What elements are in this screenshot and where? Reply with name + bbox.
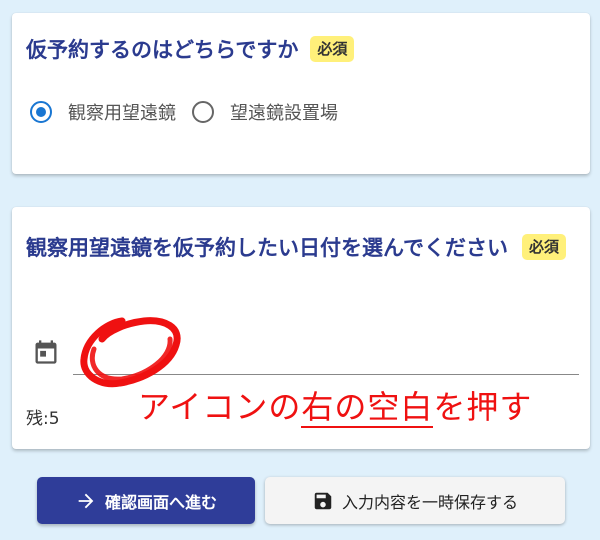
required-badge: 必須: [310, 36, 355, 63]
next-to-confirm-button[interactable]: 確認画面へ進む: [37, 477, 255, 524]
question-title: 観察用望遠鏡を仮予約したい日付を選んでください 必須: [26, 227, 586, 269]
annotation-highlight: 右の空白: [301, 388, 434, 428]
required-badge: 必須: [521, 234, 566, 261]
radio-button-checked[interactable]: [30, 101, 52, 123]
next-button-label: 確認画面へ進む: [104, 492, 217, 512]
radio-option-installation-site[interactable]: 望遠鏡設置場: [192, 99, 338, 125]
remaining-count: 残:5: [26, 409, 60, 429]
arrow-right-icon: [78, 493, 94, 508]
instruction-annotation: アイコンの右の空白を押す: [138, 382, 532, 428]
red-circle-annotation: [80, 317, 181, 388]
vehicle-choice-card: 仮予約するのはどちらですか 必須 観察用望遠鏡 望遠鏡設置場: [12, 13, 590, 174]
radio-group: 観察用望遠鏡 望遠鏡設置場: [30, 99, 354, 125]
floppy-disk-icon: [314, 492, 332, 509]
calendar-icon[interactable]: [32, 338, 60, 370]
radio-button-unchecked[interactable]: [192, 101, 214, 123]
question-title-text: 仮予約するのはどちらですか: [26, 38, 299, 62]
radio-option-telescope[interactable]: 観察用望遠鏡: [30, 99, 176, 125]
question-title-text: 観察用望遠鏡を仮予約したい日付を選んでください: [26, 236, 508, 260]
radio-label: 望遠鏡設置場: [230, 103, 338, 124]
save-draft-button[interactable]: 入力内容を一時保存する: [265, 477, 565, 524]
save-button-label: 入力内容を一時保存する: [341, 492, 518, 512]
annotation-prefix: アイコンの: [138, 388, 302, 426]
annotation-suffix: を押す: [433, 388, 533, 426]
question-title: 仮予約するのはどちらですか 必須: [26, 35, 355, 67]
radio-label: 観察用望遠鏡: [68, 103, 176, 124]
